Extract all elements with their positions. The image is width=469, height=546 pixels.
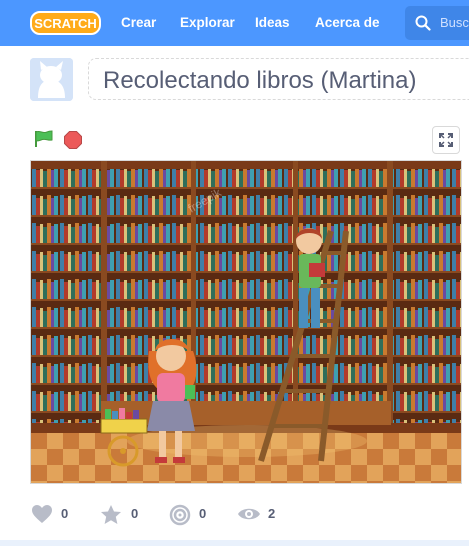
library-scene: freepik xyxy=(31,161,461,483)
star-icon[interactable] xyxy=(100,504,122,525)
eye-icon xyxy=(238,508,260,520)
loves-count: 0 xyxy=(61,506,69,521)
project-title: Recolectando libros (Martina) xyxy=(103,67,417,94)
heart-icon[interactable] xyxy=(31,504,53,524)
remixes-count: 0 xyxy=(199,506,207,521)
nav-ideas[interactable]: Ideas xyxy=(255,15,290,31)
search-placeholder: Busc xyxy=(440,15,469,30)
cat-avatar-icon xyxy=(30,58,73,101)
fullscreen-button[interactable] xyxy=(432,126,460,154)
scratch-logo[interactable]: SCRATCH xyxy=(30,11,101,35)
author-avatar[interactable] xyxy=(30,58,73,101)
nav-acerca-de[interactable]: Acerca de xyxy=(315,15,380,31)
green-flag-icon[interactable] xyxy=(34,130,54,148)
favorites-count: 0 xyxy=(131,506,139,521)
fullscreen-icon xyxy=(439,133,453,147)
project-stage[interactable]: freepik xyxy=(30,160,462,484)
views-count: 2 xyxy=(268,506,276,521)
search-input[interactable]: Busc xyxy=(405,6,469,40)
stop-icon[interactable] xyxy=(64,131,82,149)
logo-text: SCRATCH xyxy=(34,16,97,31)
nav-explorar[interactable]: Explorar xyxy=(180,15,235,31)
footer-strip xyxy=(0,540,469,546)
nav-crear[interactable]: Crear xyxy=(121,15,156,31)
search-icon xyxy=(415,15,431,31)
remix-icon xyxy=(169,504,191,526)
top-navbar: SCRATCH Crear Explorar Ideas Acerca de B… xyxy=(0,0,469,46)
